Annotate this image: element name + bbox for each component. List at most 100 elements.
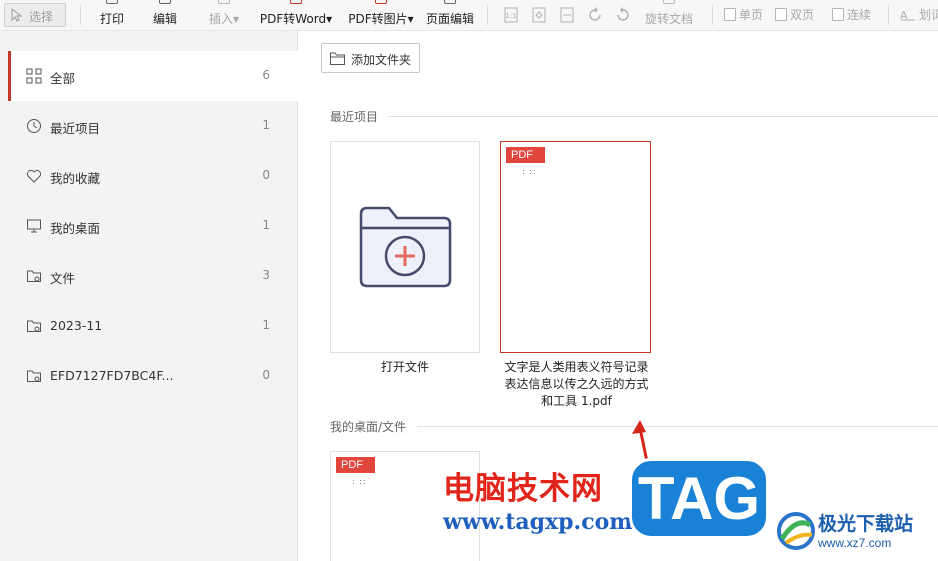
partial-label: 划词 xyxy=(919,8,938,22)
toolbar-divider xyxy=(712,5,713,25)
sidebar-item-desktop[interactable]: 我的桌面 1 xyxy=(8,201,298,251)
fit-width-icon[interactable] xyxy=(558,6,576,24)
single-page-button[interactable]: 单页 xyxy=(724,7,763,23)
pdf-badge: PDF xyxy=(506,147,545,163)
recent-file-name: 文字是人类用表义符号记录 表达信息以传之久远的方式 和工具 1.pdf xyxy=(494,359,659,410)
sidebar-item-count: 0 xyxy=(262,168,270,182)
pdf-to-image-label: PDF转图片▾ xyxy=(348,12,414,26)
sidebar-item-count: 1 xyxy=(262,118,270,132)
edit-icon xyxy=(159,0,171,4)
pdf-to-image-dropdown[interactable]: PDF转图片▾ xyxy=(347,0,415,31)
double-page-button[interactable]: 双页 xyxy=(775,7,814,23)
open-file-label: 打开文件 xyxy=(380,360,429,374)
sidebar-item-files[interactable]: 文件 3 xyxy=(8,251,298,301)
sidebar-item-label: 文件 xyxy=(50,271,76,286)
toolbar-divider xyxy=(487,5,488,25)
sidebar-item-label: 最近项目 xyxy=(50,121,101,136)
toolbar-divider xyxy=(80,5,81,25)
toolbar: 选择 打印 编辑 插入▾ PDF转Word▾ PDF转图片▾ 页面编辑 1:1 … xyxy=(0,0,938,31)
folder-plus-icon xyxy=(359,206,452,288)
select-tool-button[interactable]: 选择 xyxy=(4,3,66,27)
double-page-icon xyxy=(775,8,787,21)
fit-page-icon[interactable] xyxy=(530,6,548,24)
open-file-card[interactable] xyxy=(330,141,480,353)
insert-dropdown[interactable]: 插入▾ xyxy=(204,0,244,31)
pdf-badge: PDF xyxy=(336,457,375,473)
section-divider xyxy=(417,426,938,427)
sidebar-item-all[interactable]: 全部 6 xyxy=(8,51,298,101)
add-folder-button[interactable]: 添加文件夹 xyxy=(321,43,420,73)
rotate-document-label: 旋转文档 xyxy=(644,12,693,26)
heart-icon xyxy=(26,169,42,183)
monitor-icon xyxy=(27,219,41,233)
extract-page-icon[interactable]: 1:1 xyxy=(502,6,520,24)
continuous-button[interactable]: 连续 xyxy=(832,7,871,23)
print-label: 打印 xyxy=(99,12,124,26)
image-icon xyxy=(375,0,387,4)
grid-icon xyxy=(26,68,42,84)
sidebar-item-label: 全部 xyxy=(50,71,76,86)
pdf-to-word-label: PDF转Word▾ xyxy=(259,12,333,26)
cursor-icon xyxy=(11,8,23,22)
continuous-label: 连续 xyxy=(847,8,872,22)
continuous-icon xyxy=(832,8,844,21)
folder-icon xyxy=(27,270,41,282)
single-page-label: 单页 xyxy=(739,8,764,22)
partial-button[interactable]: A 划词 xyxy=(900,7,938,23)
edit-button[interactable]: 编辑 xyxy=(149,0,181,31)
rotate-document-icon xyxy=(663,0,675,4)
sidebar-item-label: 2023-11 xyxy=(50,318,103,333)
brand-url: www.xz7.com xyxy=(818,536,892,550)
aurora-logo-icon xyxy=(777,512,815,550)
tag-logo-text: TAG xyxy=(637,465,761,532)
svg-text:A: A xyxy=(900,9,908,21)
sidebar-item-favorites[interactable]: 我的收藏 0 xyxy=(8,151,298,201)
svg-text:1:1: 1:1 xyxy=(505,12,516,20)
recent-section-title: 最近项目 xyxy=(330,110,379,124)
file-name-line: 文字是人类用表义符号记录 xyxy=(504,360,649,374)
folder-icon xyxy=(27,370,41,382)
print-button[interactable]: 打印 xyxy=(96,0,128,31)
page-edit-button[interactable]: 页面编辑 xyxy=(424,0,476,31)
brand-logo: 极光下载站 www.xz7.com xyxy=(776,509,936,555)
rotate-left-icon[interactable] xyxy=(586,6,604,24)
pdf-to-word-dropdown[interactable]: PDF转Word▾ xyxy=(257,0,335,31)
page-edit-label: 页面编辑 xyxy=(425,12,474,26)
sidebar-item-label: EFD7127FD7BC4F... xyxy=(50,368,174,383)
watermark-site-name: 电脑技术网 xyxy=(443,471,603,507)
sidebar-item-count: 1 xyxy=(262,218,270,232)
watermark-site-url: www.tagxp.com xyxy=(443,509,633,535)
sidebar-item-count: 6 xyxy=(262,68,270,82)
insert-label: 插入▾ xyxy=(208,12,240,26)
file-name-line: 和工具 1.pdf xyxy=(541,394,612,408)
thumbnail-text: : :: xyxy=(522,167,537,176)
sidebar: 全部 6 最近项目 1 我的收藏 0 我的桌面 1 文件 3 2023-11 1… xyxy=(0,31,298,561)
double-page-label: 双页 xyxy=(790,8,815,22)
sidebar-item-count: 3 xyxy=(262,268,270,282)
section-divider xyxy=(388,116,938,117)
word-icon xyxy=(290,0,302,4)
text-select-icon: A xyxy=(900,8,916,22)
select-label: 选择 xyxy=(29,10,54,24)
main-panel: 添加文件夹 最近项目 打开文件 PDF : :: 文字是人类用表义符号记录 表达… xyxy=(299,31,938,561)
printer-icon xyxy=(106,0,118,4)
sidebar-item-efd-folder[interactable]: EFD7127FD7BC4F... 0 xyxy=(8,351,298,401)
folder-icon xyxy=(27,320,41,332)
thumbnail-text: : :: xyxy=(352,477,367,486)
add-folder-label: 添加文件夹 xyxy=(351,53,412,67)
tag-logo: TAG xyxy=(629,458,769,539)
single-page-icon xyxy=(724,8,736,21)
folder-add-icon xyxy=(330,52,345,65)
recent-pdf-card[interactable]: PDF : :: xyxy=(500,141,651,353)
rotate-document-button[interactable]: 旋转文档 xyxy=(642,0,696,31)
sidebar-item-count: 1 xyxy=(262,318,270,332)
sidebar-item-label: 我的桌面 xyxy=(50,221,101,236)
file-name-line: 表达信息以传之久远的方式 xyxy=(504,377,649,391)
desktop-section-title: 我的桌面/文件 xyxy=(330,420,407,434)
brand-name: 极光下载站 xyxy=(818,513,914,535)
page-edit-icon xyxy=(444,0,456,4)
sidebar-item-recent[interactable]: 最近项目 1 xyxy=(8,101,298,151)
sidebar-item-2023-11[interactable]: 2023-11 1 xyxy=(8,301,298,351)
rotate-right-icon[interactable] xyxy=(614,6,632,24)
toolbar-divider xyxy=(888,5,889,25)
